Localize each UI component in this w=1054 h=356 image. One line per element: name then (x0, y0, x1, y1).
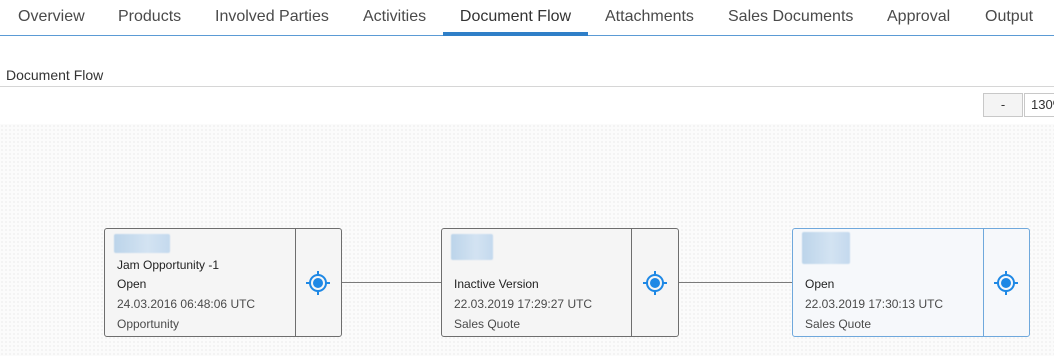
node-type: Sales Quote (454, 317, 521, 331)
node-content[interactable]: Open 22.03.2019 17:30:13 UTC Sales Quote (793, 229, 984, 336)
node-status: Inactive Version (454, 277, 539, 291)
tab-overview[interactable]: Overview (18, 0, 85, 36)
document-thumbnail (451, 234, 493, 260)
focus-node-button[interactable] (982, 229, 1029, 336)
crosshair-target-icon (642, 270, 667, 295)
tab-output[interactable]: Output (985, 0, 1033, 36)
tab-document-flow[interactable]: Document Flow (443, 0, 588, 36)
focus-node-button[interactable] (631, 229, 678, 336)
node-status: Open (805, 277, 835, 291)
node-title: Jam Opportunity -1 (117, 258, 220, 272)
node-content[interactable]: Jam Opportunity -1 Open 24.03.2016 06:48… (105, 229, 296, 336)
zoom-out-button[interactable]: - (983, 93, 1023, 117)
flow-node-sales-quote-open[interactable]: Open 22.03.2019 17:30:13 UTC Sales Quote (792, 228, 1030, 337)
flow-node-opportunity[interactable]: Jam Opportunity -1 Open 24.03.2016 06:48… (104, 228, 342, 337)
section-divider (0, 86, 1054, 87)
crosshair-target-icon (305, 270, 330, 295)
tab-involved-parties[interactable]: Involved Parties (215, 0, 329, 36)
document-thumbnail (114, 234, 170, 253)
node-type: Opportunity (117, 317, 180, 331)
tab-approval[interactable]: Approval (887, 0, 950, 36)
focus-node-button[interactable] (294, 229, 341, 336)
node-content[interactable]: Inactive Version 22.03.2019 17:29:27 UTC… (442, 229, 632, 336)
flow-node-sales-quote-inactive[interactable]: Inactive Version 22.03.2019 17:29:27 UTC… (441, 228, 679, 337)
tab-attachments[interactable]: Attachments (605, 0, 694, 36)
flow-connector (342, 282, 442, 283)
node-timestamp: 22.03.2019 17:30:13 UTC (805, 297, 944, 311)
tab-sales-documents[interactable]: Sales Documents (728, 0, 853, 36)
node-timestamp: 22.03.2019 17:29:27 UTC (454, 297, 593, 311)
tab-bar: Overview Products Involved Parties Activ… (0, 0, 1054, 36)
tab-products[interactable]: Products (118, 0, 181, 36)
tab-activities[interactable]: Activities (363, 0, 426, 36)
node-type: Sales Quote (805, 317, 872, 331)
flow-connector (679, 282, 793, 283)
document-thumbnail (802, 232, 850, 264)
node-status: Open (117, 277, 147, 291)
zoom-level-field[interactable]: 130% (1024, 93, 1054, 117)
crosshair-target-icon (993, 270, 1018, 295)
section-title: Document Flow (6, 67, 104, 83)
node-timestamp: 24.03.2016 06:48:06 UTC (117, 297, 256, 311)
